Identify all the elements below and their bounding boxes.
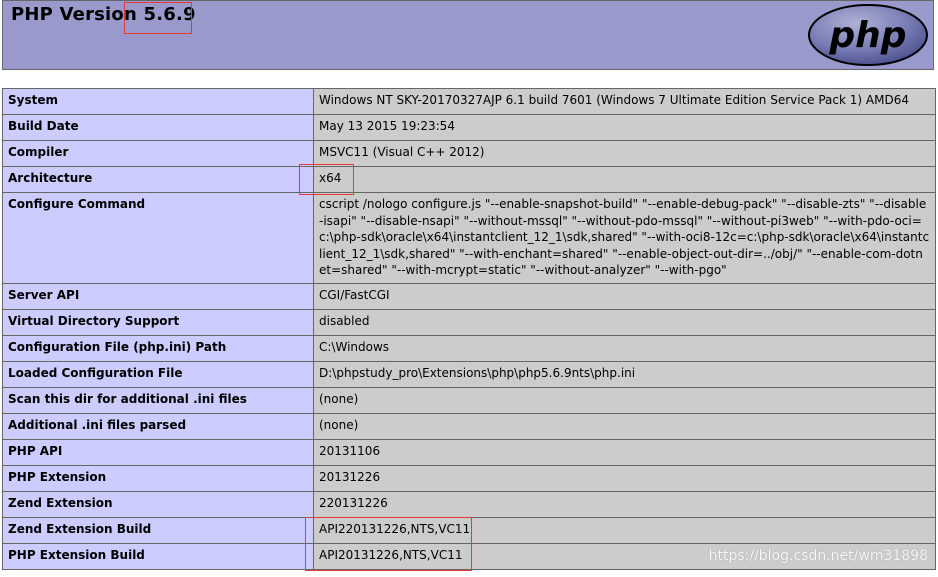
php-logo-text: php bbox=[828, 15, 906, 56]
table-row: Configure Command cscript /nologo configu… bbox=[2, 192, 936, 284]
title-prefix: PHP Version bbox=[11, 4, 138, 25]
phpinfo-page: PHP Version 5.6.9 php System Windows NT S… bbox=[0, 0, 938, 577]
row-value: Windows NT SKY-20170327AJP 6.1 build 760… bbox=[313, 88, 936, 115]
table-row: Zend Extension 220131226 bbox=[2, 490, 936, 518]
row-value: x64 bbox=[313, 166, 936, 193]
row-value: 220131226 bbox=[313, 490, 936, 518]
table-row: System Windows NT SKY-20170327AJP 6.1 bui… bbox=[2, 88, 936, 115]
row-key: Additional .ini files parsed bbox=[2, 412, 314, 440]
row-key: Scan this dir for additional .ini files bbox=[2, 386, 314, 414]
row-key: Loaded Configuration File bbox=[2, 360, 314, 388]
row-key: PHP API bbox=[2, 438, 314, 466]
row-value: CGI/FastCGI bbox=[313, 282, 936, 310]
phpinfo-header: PHP Version 5.6.9 php bbox=[2, 0, 934, 70]
row-key: Compiler bbox=[2, 140, 314, 167]
row-value: 20131226 bbox=[313, 464, 936, 492]
row-value: API220131226,NTS,VC11 bbox=[313, 516, 936, 544]
table-row: PHP API 20131106 bbox=[2, 438, 936, 466]
version-highlight-box bbox=[124, 2, 192, 34]
table-row: Zend Extension Build API220131226,NTS,VC1… bbox=[2, 516, 936, 544]
row-key: Configuration File (php.ini) Path bbox=[2, 334, 314, 362]
php-logo[interactable]: php bbox=[807, 3, 929, 67]
table-row: PHP Extension 20131226 bbox=[2, 464, 936, 492]
row-key: System bbox=[2, 88, 314, 115]
row-key: PHP Extension bbox=[2, 464, 314, 492]
row-key: Zend Extension bbox=[2, 490, 314, 518]
row-key: Architecture bbox=[2, 166, 314, 193]
row-value: C:\Windows bbox=[313, 334, 936, 362]
row-value: May 13 2015 19:23:54 bbox=[313, 114, 936, 141]
row-key: Virtual Directory Support bbox=[2, 308, 314, 336]
table-row: Additional .ini files parsed (none) bbox=[2, 412, 936, 440]
row-key: Zend Extension Build bbox=[2, 516, 314, 544]
row-key: PHP Extension Build bbox=[2, 542, 314, 570]
info-table: System Windows NT SKY-20170327AJP 6.1 bui… bbox=[2, 88, 936, 570]
row-value: MSVC11 (Visual C++ 2012) bbox=[313, 140, 936, 167]
table-row: Virtual Directory Support disabled bbox=[2, 308, 936, 336]
table-row: Server API CGI/FastCGI bbox=[2, 282, 936, 310]
table-row: Loaded Configuration File D:\phpstudy_pro… bbox=[2, 360, 936, 388]
table-row: Scan this dir for additional .ini files(… bbox=[2, 386, 936, 414]
table-row: Architecture x64 bbox=[2, 166, 936, 193]
row-value: disabled bbox=[313, 308, 936, 336]
row-value: cscript /nologo configure.js "--enable-s… bbox=[313, 192, 936, 284]
row-key: Server API bbox=[2, 282, 314, 310]
table-row: Compiler MSVC11 (Visual C++ 2012) bbox=[2, 140, 936, 167]
row-value: D:\phpstudy_pro\Extensions\php\php5.6.9n… bbox=[313, 360, 936, 388]
row-value: 20131106 bbox=[313, 438, 936, 466]
row-key: Build Date bbox=[2, 114, 314, 141]
row-value: (none) bbox=[313, 412, 936, 440]
row-value: (none) bbox=[313, 386, 936, 414]
watermark: https://blog.csdn.net/wm31898 bbox=[708, 548, 928, 564]
row-key: Configure Command bbox=[2, 192, 314, 284]
table-row: Build Date May 13 2015 19:23:54 bbox=[2, 114, 936, 141]
table-row: Configuration File (php.ini) Path C:\Wind… bbox=[2, 334, 936, 362]
